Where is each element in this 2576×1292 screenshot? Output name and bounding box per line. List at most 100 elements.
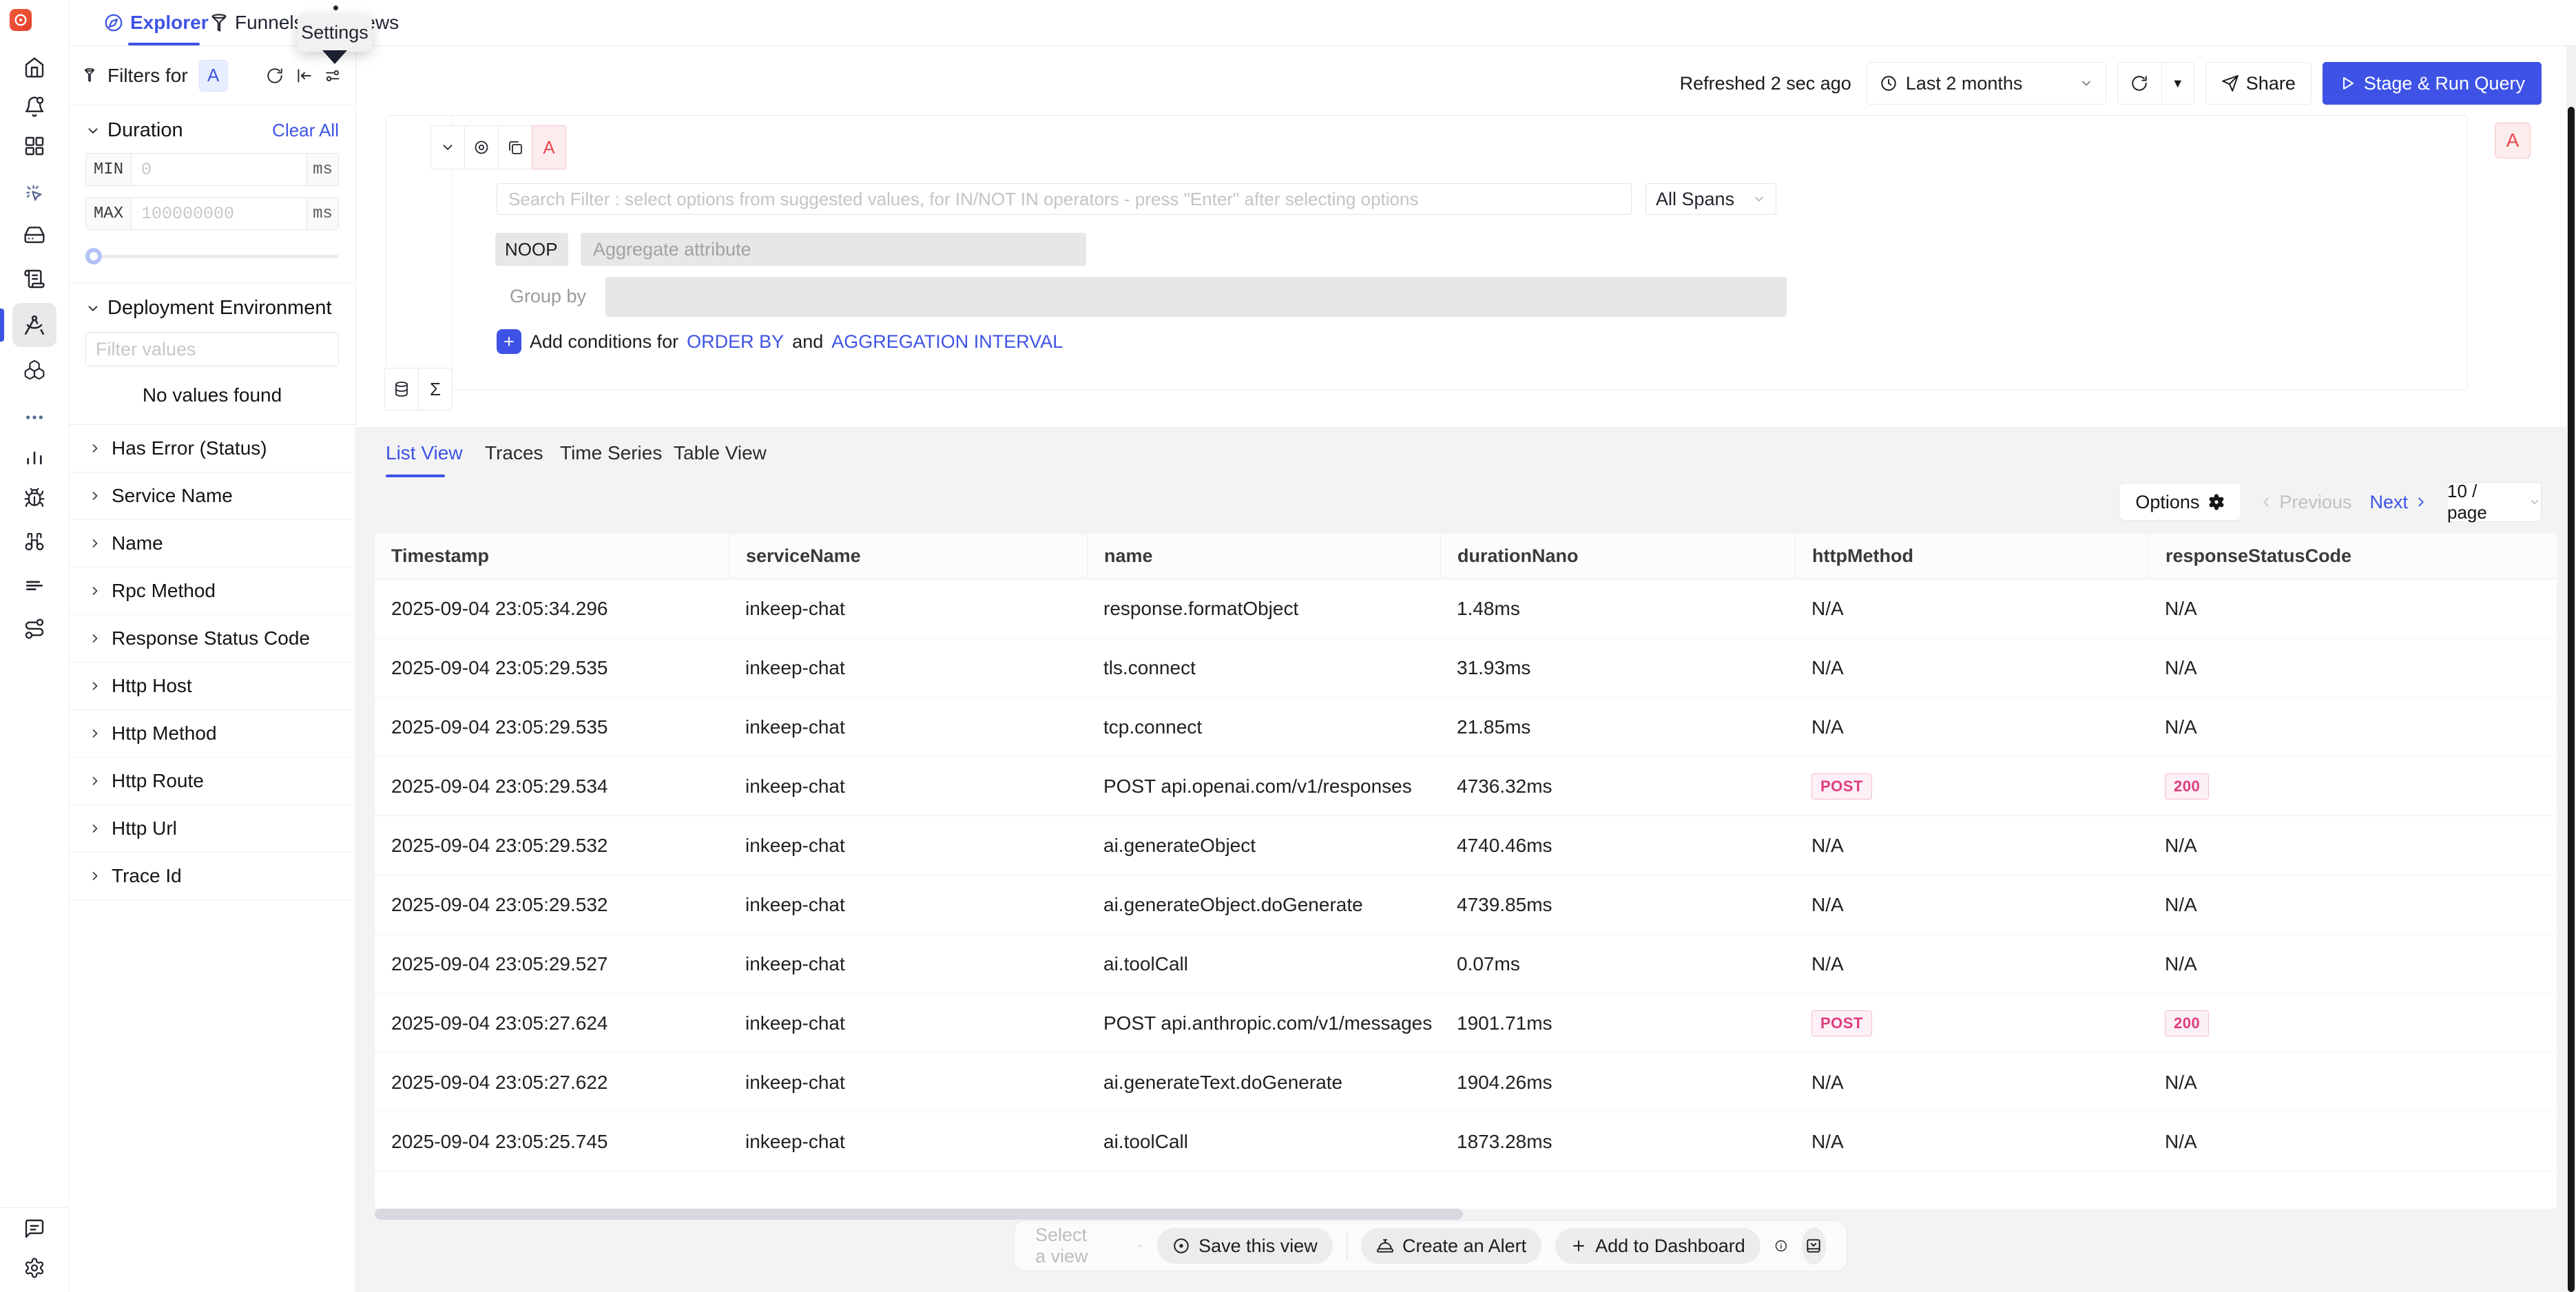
shortcut-panel-button[interactable] — [1802, 1227, 1826, 1264]
filter-section-row[interactable]: Name — [69, 520, 355, 567]
tab-explorer[interactable]: Explorer — [103, 0, 209, 45]
footer-action-bar: Select a view Save this view Create an A… — [1014, 1220, 1847, 1271]
save-view-button[interactable]: Save this view — [1157, 1228, 1333, 1264]
column-header[interactable]: Timestamp — [375, 534, 729, 579]
duration-min-input[interactable] — [132, 154, 307, 185]
add-to-dashboard-button[interactable]: Add to Dashboard — [1555, 1228, 1760, 1264]
support-chat-icon[interactable] — [23, 1217, 46, 1240]
column-header[interactable]: name — [1087, 534, 1440, 579]
query-db-button[interactable] — [384, 368, 419, 410]
clone-query-button[interactable] — [498, 125, 532, 169]
filter-section-row[interactable]: Rpc Method — [69, 567, 355, 615]
traces-icon[interactable] — [23, 313, 46, 337]
sliders-icon[interactable] — [324, 67, 342, 85]
filter-section-row[interactable]: Http Url — [69, 805, 355, 853]
more-ellipsis-icon[interactable] — [23, 406, 46, 429]
previous-page-button[interactable]: Previous — [2258, 492, 2351, 513]
deployment-filter-input[interactable] — [85, 332, 339, 366]
table-row[interactable]: 2025-09-04 23:05:29.532 inkeep-chat ai.g… — [375, 816, 2557, 875]
table-row[interactable]: 2025-09-04 23:05:27.624 inkeep-chat POST… — [375, 994, 2557, 1053]
column-header[interactable]: responseStatusCode — [2148, 534, 2557, 579]
tab-list-view[interactable]: List View — [386, 442, 463, 464]
query-result-badge[interactable]: A — [2495, 123, 2531, 158]
refresh-button[interactable] — [2118, 63, 2162, 104]
alerts-bell-icon[interactable] — [23, 95, 46, 118]
slider-handle[interactable] — [85, 248, 102, 264]
create-alert-button[interactable]: Create an Alert — [1361, 1228, 1541, 1264]
options-button[interactable]: Options — [2120, 484, 2241, 520]
duration-slider[interactable] — [85, 248, 339, 264]
query-label-chip[interactable]: A — [532, 125, 566, 169]
collapse-query-button[interactable] — [430, 125, 465, 169]
column-header[interactable]: durationNano — [1440, 534, 1795, 579]
horizontal-scrollbar-thumb[interactable] — [375, 1209, 1463, 1220]
aggregation-interval-link[interactable]: AGGREGATION INTERVAL — [831, 331, 1063, 353]
list-icon[interactable] — [23, 573, 46, 596]
tab-funnels[interactable]: Funnels — [209, 0, 304, 45]
filter-section-row[interactable]: Service Name — [69, 472, 355, 520]
explorer-binoculars-icon[interactable] — [23, 530, 46, 554]
table-row[interactable]: 2025-09-04 23:05:29.532 inkeep-chat ai.g… — [375, 875, 2557, 935]
signoz-logo[interactable] — [10, 9, 32, 31]
group-by-input[interactable] — [605, 277, 1787, 317]
integrations-route-icon[interactable] — [23, 617, 46, 640]
table-row[interactable]: 2025-09-04 23:05:29.534 inkeep-chat POST… — [375, 757, 2557, 816]
chevron-down-icon — [2079, 76, 2093, 90]
span-scope-select[interactable]: All Spans — [1645, 183, 1776, 215]
logs-icon[interactable] — [23, 267, 46, 291]
table-row[interactable]: 2025-09-04 23:05:25.745 inkeep-chat ai.t… — [375, 1112, 2557, 1171]
stage-run-query-button[interactable]: Stage & Run Query — [2323, 62, 2542, 105]
refresh-caret-button[interactable]: ▼ — [2162, 63, 2194, 104]
cell-status-code: N/A — [2148, 1053, 2557, 1112]
toggle-query-visibility-button[interactable] — [464, 125, 499, 169]
search-filter-input[interactable] — [497, 183, 1632, 215]
time-range-select[interactable]: Last 2 months — [1867, 62, 2106, 105]
column-header[interactable]: serviceName — [729, 534, 1087, 579]
get-started-pointer-icon[interactable] — [23, 182, 46, 205]
and-text: and — [792, 331, 823, 353]
aggregate-attribute-input[interactable]: Aggregate attribute — [581, 233, 1086, 266]
tab-table-view[interactable]: Table View — [674, 442, 767, 464]
chevron-down-icon[interactable] — [85, 301, 101, 316]
chevron-down-icon[interactable] — [85, 123, 101, 138]
infrastructure-icon[interactable] — [23, 223, 46, 247]
table-row[interactable]: 2025-09-04 23:05:34.296 inkeep-chat resp… — [375, 579, 2557, 638]
query-badge-a[interactable]: A — [199, 60, 228, 92]
page-size-select[interactable]: 10 / page — [2447, 482, 2542, 522]
duration-max-input[interactable] — [132, 198, 307, 229]
settings-gear-icon[interactable] — [23, 1256, 46, 1280]
metrics-chart-icon[interactable] — [23, 444, 46, 467]
filter-section-row[interactable]: Response Status Code — [69, 615, 355, 663]
add-condition-button[interactable]: + — [497, 329, 521, 354]
filter-section-row[interactable]: Http Method — [69, 710, 355, 758]
filter-section-row[interactable]: Http Host — [69, 663, 355, 710]
collapse-panel-icon[interactable] — [295, 67, 313, 85]
table-row[interactable]: 2025-09-04 23:05:29.535 inkeep-chat tls.… — [375, 638, 2557, 698]
order-by-link[interactable]: ORDER BY — [687, 331, 784, 353]
filter-section-row[interactable]: Has Error (Status) — [69, 425, 355, 472]
dashboards-grid-icon[interactable] — [23, 134, 46, 158]
table-row[interactable]: 2025-09-04 23:05:29.535 inkeep-chat tcp.… — [375, 698, 2557, 757]
filter-section-row[interactable]: Trace Id — [69, 853, 355, 900]
vertical-scrollbar[interactable] — [2566, 46, 2576, 1292]
sync-icon[interactable] — [266, 67, 284, 85]
column-header[interactable]: httpMethod — [1795, 534, 2148, 579]
exceptions-bug-icon[interactable] — [23, 486, 46, 510]
tab-time-series[interactable]: Time Series — [560, 442, 662, 464]
formula-sigma-button[interactable]: Σ — [418, 368, 453, 410]
info-icon[interactable] — [1774, 1236, 1788, 1256]
next-page-button[interactable]: Next — [2369, 492, 2429, 513]
aggregate-operator-select[interactable]: NOOP — [495, 233, 568, 266]
services-boxes-icon[interactable] — [23, 358, 46, 382]
table-row[interactable]: 2025-09-04 23:05:29.527 inkeep-chat ai.t… — [375, 935, 2557, 994]
table-row[interactable]: 2025-09-04 23:05:27.622 inkeep-chat ai.g… — [375, 1053, 2557, 1112]
filter-section-label: Http Route — [112, 770, 204, 792]
vertical-scrollbar-thumb[interactable] — [2568, 107, 2575, 1292]
tab-explorer-label: Explorer — [130, 12, 209, 34]
home-icon[interactable] — [23, 56, 46, 79]
tab-traces[interactable]: Traces — [485, 442, 543, 464]
clear-all-link[interactable]: Clear All — [272, 120, 339, 141]
select-view-dropdown[interactable]: Select a view — [1035, 1225, 1143, 1267]
filter-section-row[interactable]: Http Route — [69, 758, 355, 805]
share-button[interactable]: Share — [2205, 62, 2312, 105]
